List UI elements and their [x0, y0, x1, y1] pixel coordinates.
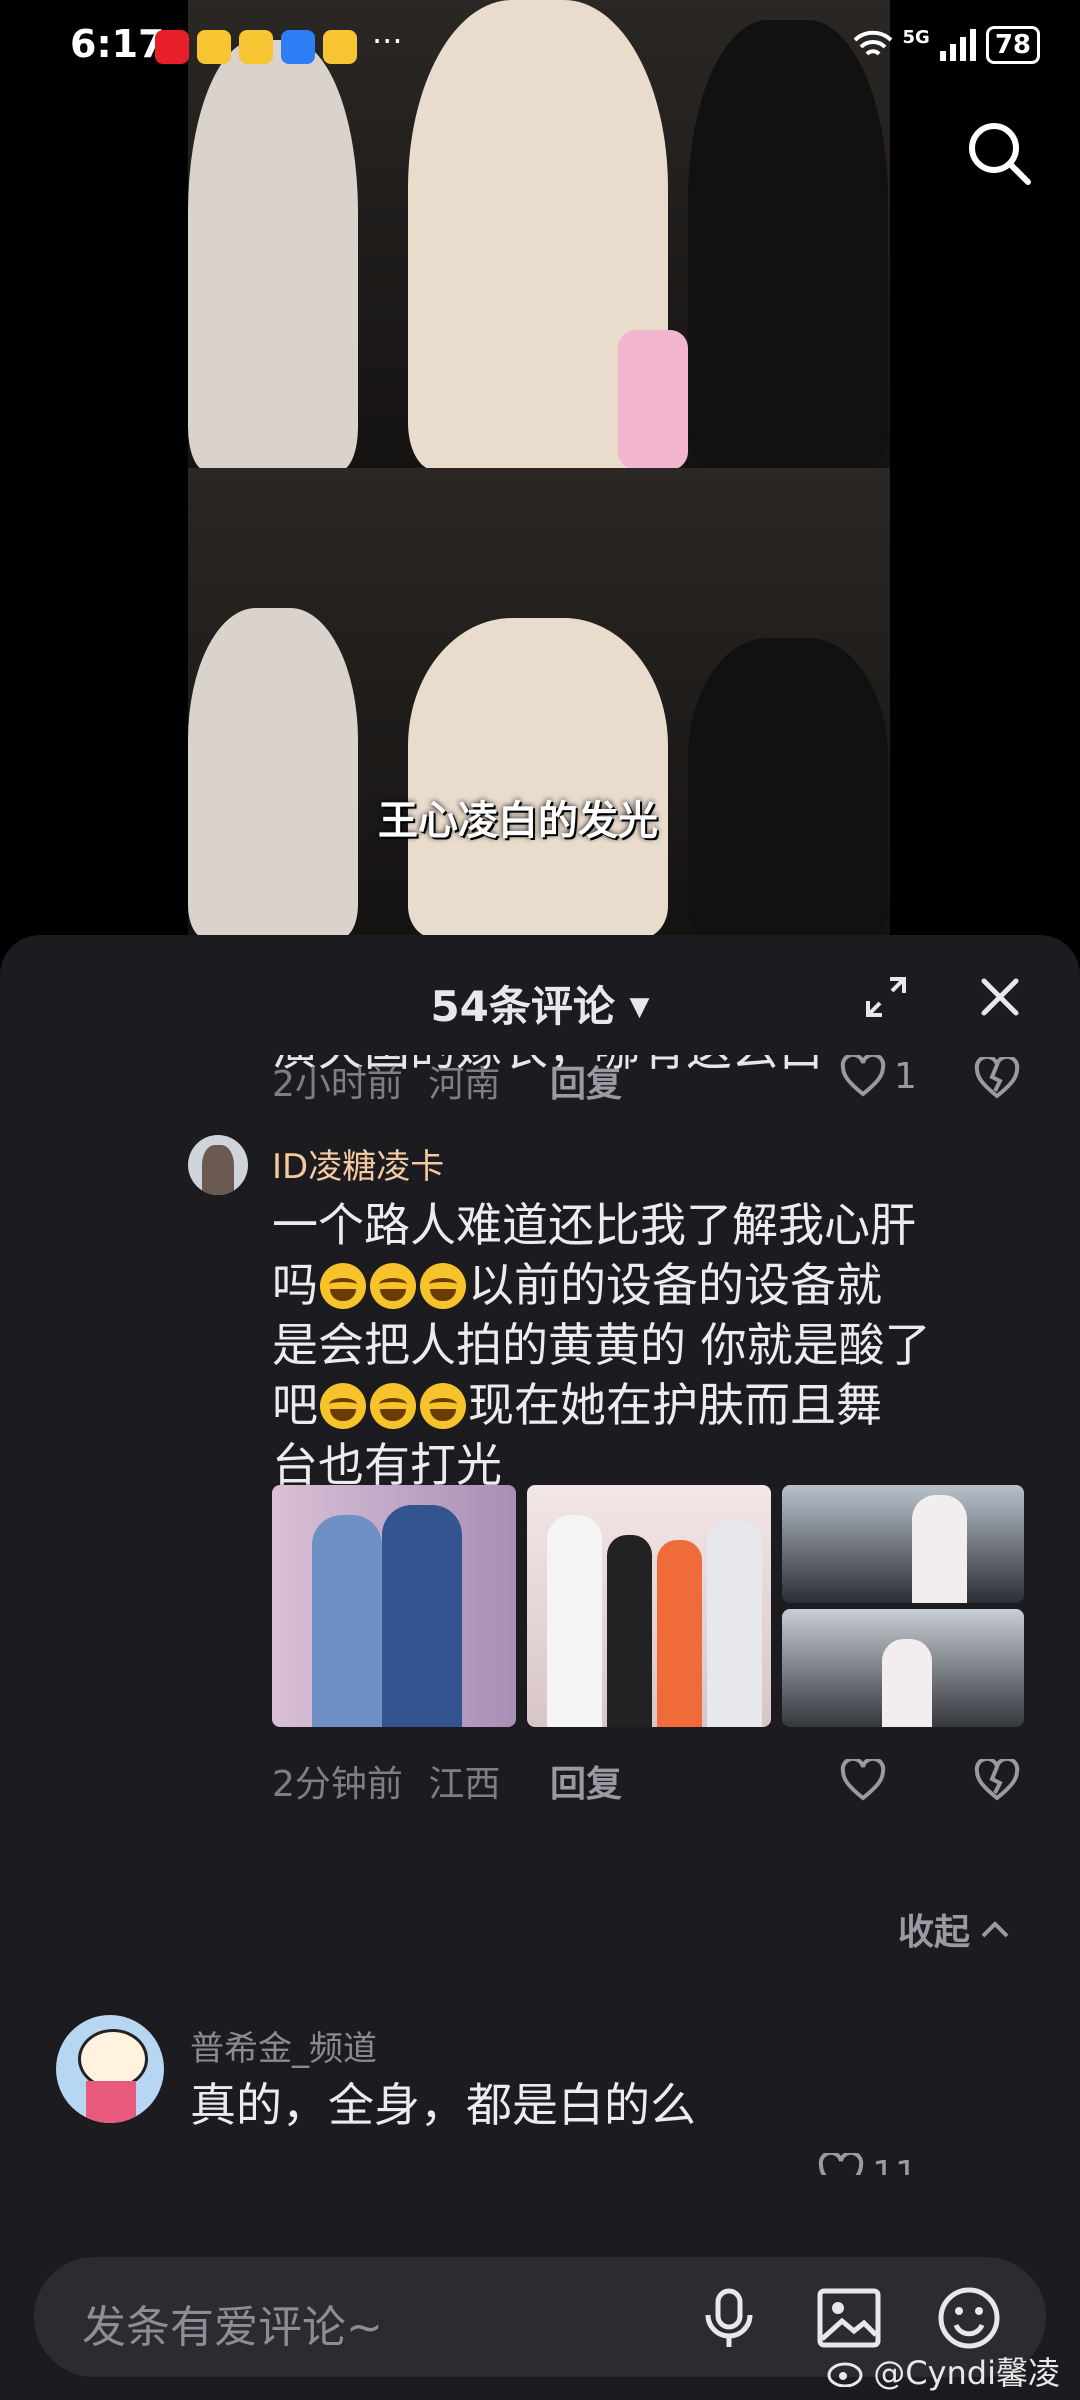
status-bar: 6:17 ··· 5G 78 — [0, 0, 1080, 96]
battery-indicator: 78 — [985, 26, 1040, 64]
like-count: 11 — [872, 2153, 918, 2176]
laughing-emoji-icon — [420, 1383, 466, 1429]
laughing-emoji-icon — [370, 1383, 416, 1429]
reply-button[interactable]: 回复 — [550, 1055, 622, 1107]
person-left — [188, 608, 358, 935]
weibo-notification-icon — [323, 30, 357, 64]
comment-time: 2分钟前 — [272, 1764, 403, 1805]
clock: 6:17 — [70, 22, 165, 66]
comment-time: 2小时前 — [272, 1064, 403, 1105]
heart-icon[interactable] — [840, 1759, 886, 1801]
dislike-icon[interactable] — [974, 1057, 1020, 1099]
comment-image-1[interactable] — [272, 1485, 516, 1727]
username[interactable]: ID凌糖凌卡 — [272, 1139, 444, 1188]
laughing-emoji-icon — [420, 1263, 466, 1309]
expand-icon[interactable] — [864, 975, 908, 1019]
weibo-notification-icon — [197, 30, 231, 64]
comment-count-title[interactable]: 54条评论 ▼ — [0, 973, 1080, 1034]
avatar[interactable] — [56, 2015, 164, 2123]
comment-image-2[interactable] — [527, 1485, 771, 1727]
image-icon[interactable] — [814, 2283, 884, 2353]
emoji-icon[interactable] — [934, 2283, 1004, 2353]
comment-image-4[interactable] — [782, 1609, 1024, 1727]
dislike-icon[interactable] — [974, 1759, 1020, 1801]
wifi-icon — [853, 30, 892, 56]
heart-icon — [818, 2153, 864, 2175]
huawei-app-icon — [155, 30, 189, 64]
network-type: 5G — [902, 26, 930, 48]
search-icon[interactable] — [964, 118, 1034, 188]
comment-location: 江西 — [428, 1764, 501, 1805]
like-button[interactable]: 1 — [840, 1055, 917, 1097]
username[interactable]: 普希金_频道 — [190, 2021, 377, 2070]
collapse-button[interactable]: 收起 — [898, 1903, 1010, 1955]
signal-icon — [939, 29, 976, 61]
person-left — [188, 40, 358, 468]
like-button[interactable]: 11 — [818, 2153, 918, 2175]
laughing-emoji-icon — [320, 1383, 366, 1429]
weather-notification-icon — [281, 30, 315, 64]
weibo-notification-icon — [239, 30, 273, 64]
comment-meta: 2分钟前 江西 — [272, 1755, 500, 1807]
caret-down-icon: ▼ — [629, 992, 650, 1022]
like-count: 1 — [894, 1055, 917, 1097]
watermark: @Cyndi馨凌 — [827, 2348, 1060, 2394]
comment-sheet: 54条评论 ▼ 演天国的嫁衣，哪有这么白 2小时前 河南 回复 1 ID凌糖凌卡… — [0, 935, 1080, 2400]
person-right — [688, 638, 888, 935]
comment-line-with-emoji: 吗以前的设备的设备就 — [272, 1258, 882, 1312]
comment-input-placeholder: 发条有爱评论~ — [82, 2302, 383, 2353]
bottle — [618, 330, 688, 468]
avatar[interactable] — [188, 1135, 248, 1195]
close-icon[interactable] — [978, 975, 1022, 1019]
laughing-emoji-icon — [320, 1263, 366, 1309]
chevron-up-icon — [981, 1921, 1009, 1938]
laughing-emoji-icon — [370, 1263, 416, 1309]
comment-meta: 2小时前 河南 — [272, 1055, 500, 1107]
comment-list[interactable]: 演天国的嫁衣，哪有这么白 2小时前 河南 回复 1 ID凌糖凌卡 一个路人难道还… — [0, 1055, 1080, 2175]
singer — [408, 618, 668, 935]
comment-location: 河南 — [428, 1064, 501, 1105]
system-indicators: 5G 78 — [853, 26, 1040, 64]
comment-text: 真的，全身，都是白的么 — [190, 2078, 696, 2132]
comment-text: 一个路人难道还比我了解我心肝 吗以前的设备的设备就 是会把人拍的黄黄的 你就是酸… — [272, 1195, 1032, 1495]
video-frame-bottom[interactable]: 王心凌白的发光 — [188, 468, 890, 935]
more-notifications-icon: ··· — [372, 22, 403, 60]
weibo-logo-icon — [827, 2362, 863, 2387]
comment-line-with-emoji: 吧现在她在护肤而且舞 — [272, 1378, 882, 1432]
microphone-icon[interactable] — [694, 2283, 764, 2353]
reply-button[interactable]: 回复 — [550, 1755, 622, 1807]
comment-image-3[interactable] — [782, 1485, 1024, 1603]
heart-icon — [840, 1055, 886, 1097]
video-caption: 王心凌白的发光 — [378, 798, 658, 844]
